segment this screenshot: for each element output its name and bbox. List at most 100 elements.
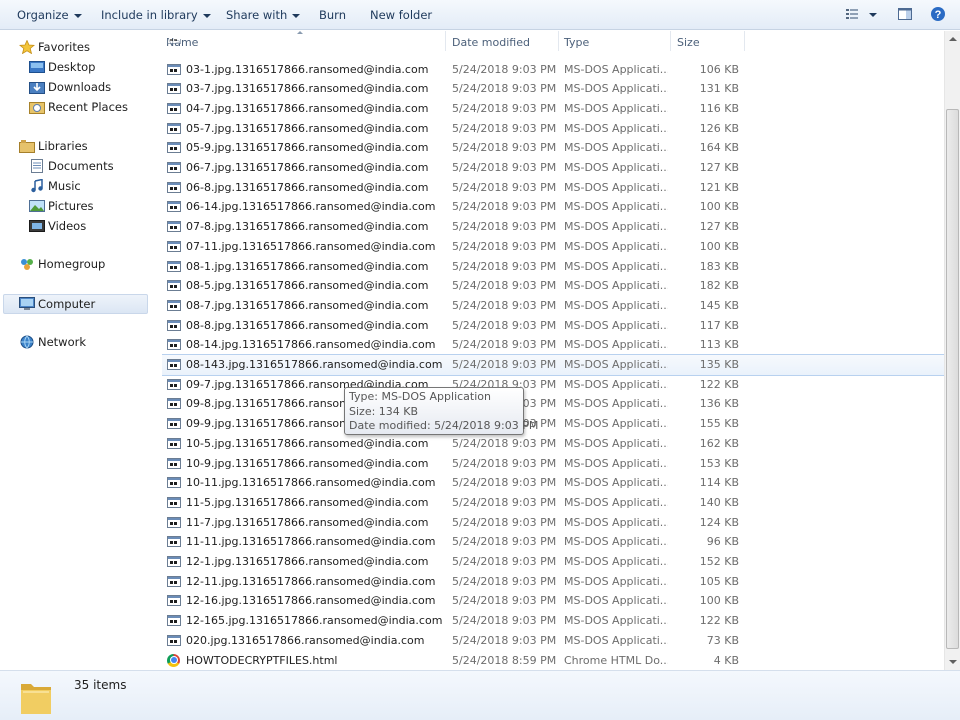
file-type: MS-DOS Applicati... <box>564 377 668 391</box>
help-icon: ? <box>931 7 945 21</box>
file-type: MS-DOS Applicati... <box>564 515 668 529</box>
table-row[interactable]: 04-7.jpg.1316517866.ransomed@india.com 5/… <box>162 99 944 119</box>
table-row[interactable]: 06-14.jpg.1316517866.ransomed@india.com 5… <box>162 197 944 217</box>
file-date-modified: 5/24/2018 9:03 PM <box>452 62 557 76</box>
exe-icon <box>167 83 181 95</box>
table-row[interactable]: 05-7.jpg.1316517866.ransomed@india.com 5/… <box>162 119 944 139</box>
file-name: 020.jpg.1316517866.ransomed@india.com <box>186 633 425 647</box>
file-type: MS-DOS Applicati... <box>564 259 668 273</box>
file-date-modified: 5/24/2018 9:03 PM <box>452 633 557 647</box>
table-row[interactable]: 12-1.jpg.1316517866.ransomed@india.com 5/… <box>162 552 944 572</box>
new-folder-button[interactable]: New folder <box>370 7 432 23</box>
file-name: 10-9.jpg.1316517866.ransomed@india.com <box>186 456 429 470</box>
table-row[interactable]: 03-7.jpg.1316517866.ransomed@india.com 5/… <box>162 79 944 99</box>
file-type: MS-DOS Applicati... <box>564 495 668 509</box>
table-row[interactable]: 06-8.jpg.1316517866.ransomed@india.com 5/… <box>162 178 944 198</box>
chevron-down-icon <box>202 13 211 18</box>
file-type: MS-DOS Applicati... <box>564 180 668 194</box>
table-row[interactable]: 07-11.jpg.1316517866.ransomed@india.com 5… <box>162 237 944 257</box>
file-type: MS-DOS Applicati... <box>564 62 668 76</box>
table-row[interactable]: 12-165.jpg.1316517866.ransomed@india.com… <box>162 611 944 631</box>
table-row[interactable]: 10-5.jpg.1316517866.ransomed@india.com 5/… <box>162 434 944 454</box>
table-row[interactable]: 11-7.jpg.1316517866.ransomed@india.com 5/… <box>162 513 944 533</box>
share-with-button[interactable]: Share with <box>226 7 301 23</box>
scroll-up-arrow-icon[interactable] <box>945 31 960 47</box>
file-type: MS-DOS Applicati... <box>564 338 668 352</box>
nav-documents-label: Documents <box>48 159 114 173</box>
table-row[interactable]: 020.jpg.1316517866.ransomed@india.com 5/2… <box>162 631 944 651</box>
vertical-scrollbar[interactable] <box>944 31 960 670</box>
table-row[interactable]: 11-5.jpg.1316517866.ransomed@india.com 5/… <box>162 493 944 513</box>
help-button[interactable]: ? <box>930 6 946 22</box>
table-row[interactable]: 08-8.jpg.1316517866.ransomed@india.com 5/… <box>162 316 944 336</box>
exe-icon <box>167 260 181 272</box>
file-date-modified: 5/24/2018 9:03 PM <box>452 476 557 490</box>
pane-splitter[interactable] <box>150 31 162 670</box>
nav-favorites-label: Favorites <box>38 40 90 54</box>
exe-icon <box>167 516 181 528</box>
videos-icon <box>29 220 45 232</box>
table-row[interactable]: 10-9.jpg.1316517866.ransomed@india.com 5/… <box>162 454 944 474</box>
table-row[interactable]: 08-143.jpg.1316517866.ransomed@india.com… <box>162 354 944 376</box>
table-row-partial[interactable] <box>162 39 944 51</box>
file-date-modified: 5/24/2018 9:03 PM <box>452 82 557 96</box>
table-row[interactable]: 11-11.jpg.1316517866.ransomed@india.com 5… <box>162 532 944 552</box>
table-row[interactable]: 08-14.jpg.1316517866.ransomed@india.com 5… <box>162 335 944 355</box>
file-type: MS-DOS Applicati... <box>564 279 668 293</box>
exe-icon <box>167 536 181 548</box>
exe-icon <box>167 378 181 390</box>
file-date-modified: 5/24/2018 9:03 PM <box>452 338 557 352</box>
file-name: 12-165.jpg.1316517866.ransomed@india.com <box>186 614 443 628</box>
table-row[interactable]: 09-8.jpg.1316517866.ransomed@india.com5/… <box>162 394 944 414</box>
file-name: 10-11.jpg.1316517866.ransomed@india.com <box>186 476 436 490</box>
scroll-down-arrow-icon[interactable] <box>945 654 960 670</box>
table-row[interactable]: 09-7.jpg.1316517866.ransomed@india.com 5/… <box>162 375 944 395</box>
file-size: 145 KB <box>699 298 739 312</box>
file-name: 12-16.jpg.1316517866.ransomed@india.com <box>186 594 436 608</box>
file-size: 135 KB <box>699 358 739 371</box>
file-type: MS-DOS Applicati... <box>564 555 668 568</box>
file-type: MS-DOS Applicati... <box>564 436 668 450</box>
table-row[interactable]: 08-5.jpg.1316517866.ransomed@india.com 5/… <box>162 276 944 296</box>
nav-computer[interactable]: Computer <box>3 294 148 314</box>
table-row[interactable]: 08-1.jpg.1316517866.ransomed@india.com 5/… <box>162 257 944 277</box>
table-row[interactable]: 12-16.jpg.1316517866.ransomed@india.com 5… <box>162 591 944 611</box>
scrollbar-thumb[interactable] <box>946 109 959 649</box>
file-type: MS-DOS Applicati... <box>564 594 668 608</box>
share-with-label: Share with <box>226 8 288 22</box>
exe-icon <box>167 240 181 252</box>
file-name: 06-7.jpg.1316517866.ransomed@india.com <box>186 161 429 174</box>
table-row[interactable]: 05-9.jpg.1316517866.ransomed@india.com 5/… <box>162 138 944 158</box>
preview-pane-button[interactable] <box>897 6 913 22</box>
file-date-modified: 5/24/2018 9:03 PM <box>452 239 557 253</box>
exe-icon <box>167 102 181 114</box>
organize-label: Organize <box>17 8 69 22</box>
table-row[interactable]: HOWTODECRYPTFILES.html 5/24/2018 8:59 PM C… <box>162 651 944 671</box>
file-size: 127 KB <box>699 220 739 234</box>
table-row[interactable]: 06-7.jpg.1316517866.ransomed@india.com 5/… <box>162 158 944 178</box>
tooltip-size: Size: 134 KB <box>349 404 419 418</box>
file-type: MS-DOS Applicati... <box>564 535 668 549</box>
file-size: 164 KB <box>699 141 739 155</box>
burn-label: Burn <box>319 8 346 22</box>
file-info-tooltip: Type: MS-DOS Application Size: 134 KB Da… <box>344 387 538 435</box>
change-view-button[interactable] <box>845 6 879 22</box>
organize-button[interactable]: Organize <box>17 7 82 23</box>
nav-downloads-label: Downloads <box>48 80 112 94</box>
file-size: 182 KB <box>699 279 739 293</box>
include-in-library-button[interactable]: Include in library <box>101 7 211 23</box>
table-row[interactable]: 09-9.jpg.1316517866.ransomed@india.com5/… <box>162 414 944 434</box>
table-row[interactable]: 10-11.jpg.1316517866.ransomed@india.com 5… <box>162 473 944 493</box>
table-row[interactable]: 07-8.jpg.1316517866.ransomed@india.com 5/… <box>162 217 944 237</box>
exe-icon <box>167 39 181 44</box>
table-row[interactable]: 08-7.jpg.1316517866.ransomed@india.com 5/… <box>162 296 944 316</box>
exe-icon <box>167 63 181 75</box>
burn-button[interactable]: Burn <box>319 7 346 23</box>
file-date-modified: 5/24/2018 9:03 PM <box>452 358 557 371</box>
file-date-modified: 5/24/2018 9:03 PM <box>452 436 557 450</box>
table-row[interactable]: 03-1.jpg.1316517866.ransomed@india.com 5/… <box>162 60 944 80</box>
table-row[interactable]: 12-11.jpg.1316517866.ransomed@india.com 5… <box>162 572 944 592</box>
chevron-down-icon <box>73 13 82 18</box>
svg-text:?: ? <box>935 9 942 21</box>
nav-network-label: Network <box>38 335 87 349</box>
